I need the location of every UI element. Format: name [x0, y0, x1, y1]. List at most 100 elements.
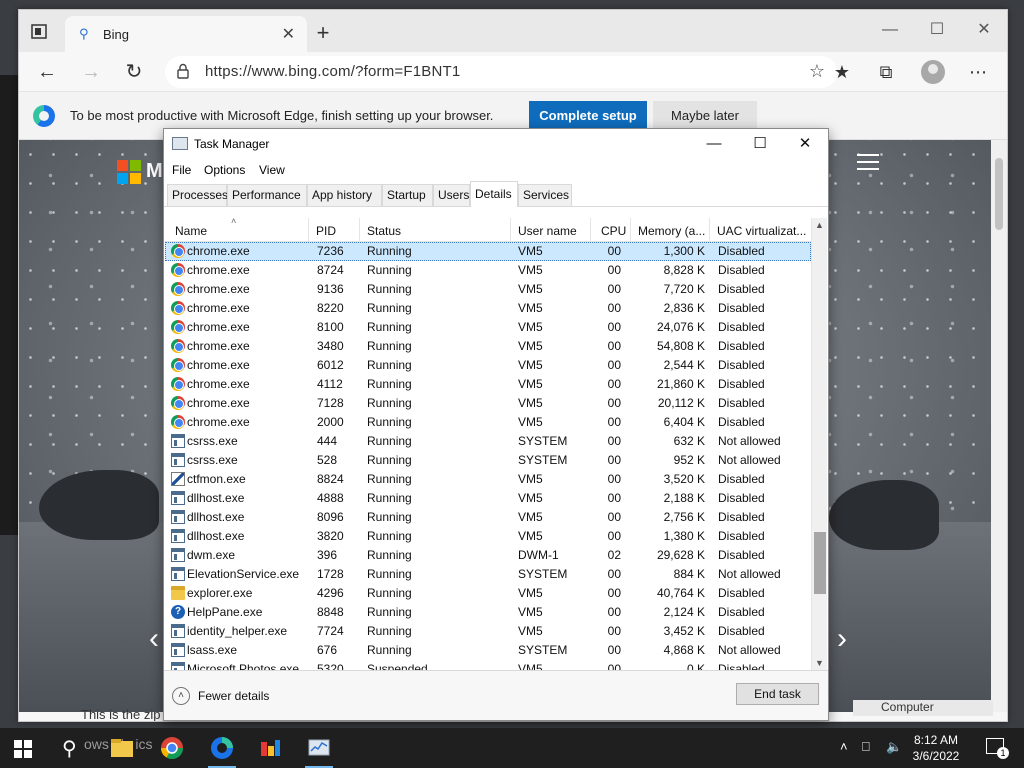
chrome-icon[interactable] — [158, 734, 186, 762]
tab-app-history[interactable]: App history — [307, 184, 382, 206]
notification-center-icon[interactable]: 1 — [986, 738, 1009, 759]
process-memory: 2,188 K — [663, 491, 705, 505]
tab-performance[interactable]: Performance — [227, 184, 307, 206]
table-row[interactable]: chrome.exe 7128 Running VM5 00 20,112 K Disabl… — [165, 394, 811, 413]
table-row[interactable]: Microsoft.Photos.exe 5320 Suspended VM5 00 0 … — [165, 660, 811, 670]
process-user: VM5 — [518, 605, 543, 619]
table-row[interactable]: identity_helper.exe 7724 Running VM5 00 3,452… — [165, 622, 811, 641]
address-bar[interactable]: https://www.bing.com/?form=F1BNT1 ☆ — [165, 56, 837, 88]
table-row[interactable]: csrss.exe 528 Running SYSTEM 00 952 K Not allo… — [165, 451, 811, 470]
table-row[interactable]: lsass.exe 676 Running SYSTEM 00 4,868 K Not al… — [165, 641, 811, 660]
process-pid: 6012 — [317, 358, 344, 372]
refresh-button[interactable]: ↻ — [120, 58, 148, 86]
tab-bing[interactable]: ⚲ Bing ✕ — [65, 16, 307, 52]
tab-users[interactable]: Users — [433, 184, 470, 206]
tab-details[interactable]: Details — [470, 181, 518, 207]
column-cpu[interactable]: CPU — [591, 218, 631, 242]
minimize-button[interactable]: — — [867, 16, 913, 44]
end-task-button[interactable]: End task — [736, 683, 819, 705]
lock-icon[interactable] — [177, 63, 189, 79]
menu-options[interactable]: Options — [204, 163, 245, 177]
tab-startup[interactable]: Startup — [382, 184, 433, 206]
table-row[interactable]: dwm.exe 396 Running DWM-1 02 29,628 K Disabled — [165, 546, 811, 565]
process-pid: 8096 — [317, 510, 344, 524]
table-row[interactable]: dllhost.exe 3820 Running VM5 00 1,380 K Disabl… — [165, 527, 811, 546]
avatar[interactable] — [921, 60, 945, 84]
table-row[interactable]: ctfmon.exe 8824 Running VM5 00 3,520 K Disable… — [165, 470, 811, 489]
process-pid: 2000 — [317, 415, 344, 429]
windows-start-icon[interactable] — [14, 740, 32, 758]
table-row[interactable]: chrome.exe 4112 Running VM5 00 21,860 K Disabl… — [165, 375, 811, 394]
table-row[interactable]: chrome.exe 9136 Running VM5 00 7,720 K Disable… — [165, 280, 811, 299]
edge-taskbar-icon[interactable] — [208, 734, 236, 768]
more-options-icon[interactable]: ⋯ — [965, 59, 991, 85]
new-tab-button[interactable]: + — [311, 20, 335, 46]
table-row[interactable]: ? HelpPane.exe 8848 Running VM5 00 2,124 K Disa… — [165, 603, 811, 622]
tab-services[interactable]: Services — [518, 184, 572, 206]
forward-button[interactable]: → — [77, 58, 105, 86]
column-pid[interactable]: PID — [309, 218, 360, 242]
close-tab-icon[interactable]: ✕ — [282, 24, 295, 44]
table-row[interactable]: chrome.exe 6012 Running VM5 00 2,544 K Disable… — [165, 356, 811, 375]
table-row[interactable]: explorer.exe 4296 Running VM5 00 40,764 K Disa… — [165, 584, 811, 603]
page-scroll-thumb[interactable] — [995, 158, 1003, 230]
table-row[interactable]: ElevationService.exe 1728 Running SYSTEM 00 8… — [165, 565, 811, 584]
tab-processes[interactable]: Processes — [167, 184, 228, 206]
app-taskbar-icon[interactable] — [256, 734, 284, 762]
edge-logo-icon — [33, 105, 55, 127]
column-memory[interactable]: Memory (a... — [631, 218, 710, 242]
table-scrollbar[interactable]: ▲ ▼ — [811, 218, 827, 670]
task-manager-taskbar-icon[interactable] — [305, 734, 333, 768]
clock[interactable]: 8:12 AM 3/6/2022 — [906, 732, 966, 764]
process-cpu: 00 — [607, 320, 621, 334]
chevron-up-icon[interactable]: ˄ — [172, 687, 190, 705]
back-button[interactable]: ← — [33, 58, 61, 86]
column-user-name[interactable]: User name — [511, 218, 591, 242]
table-row[interactable]: csrss.exe 444 Running SYSTEM 00 632 K Not allo… — [165, 432, 811, 451]
column-uac-virtualization[interactable]: UAC virtualizat... — [710, 218, 811, 242]
favorites-icon[interactable]: ★ — [829, 59, 855, 85]
previous-image-icon[interactable]: ‹ — [149, 622, 159, 656]
menu-view[interactable]: View — [259, 163, 285, 177]
search-icon[interactable]: ⚲ — [62, 736, 77, 761]
maximize-button[interactable]: ☐ — [914, 16, 960, 44]
complete-setup-button[interactable]: Complete setup — [529, 101, 647, 131]
search-icon: ⚲ — [79, 26, 89, 41]
tm-maximize-button[interactable]: ☐ — [738, 131, 782, 157]
process-name: chrome.exe — [187, 320, 250, 334]
table-row[interactable]: dllhost.exe 8096 Running VM5 00 2,756 K Disabl… — [165, 508, 811, 527]
fewer-details-link[interactable]: Fewer details — [198, 689, 269, 703]
maybe-later-button[interactable]: Maybe later — [653, 101, 757, 131]
table-row[interactable]: chrome.exe 7236 Running VM5 00 1,300 K Disable… — [165, 242, 811, 261]
page-scrollbar[interactable] — [991, 140, 1007, 712]
table-scroll-thumb[interactable] — [814, 532, 826, 594]
table-row[interactable]: chrome.exe 8100 Running VM5 00 24,076 K Disabl… — [165, 318, 811, 337]
volume-icon[interactable]: 🔈 — [886, 739, 902, 755]
process-status: Running — [367, 358, 412, 372]
table-row[interactable]: dllhost.exe 4888 Running VM5 00 2,188 K Disabl… — [165, 489, 811, 508]
table-row[interactable]: chrome.exe 8220 Running VM5 00 2,836 K Disable… — [165, 299, 811, 318]
file-explorer-icon[interactable] — [108, 734, 136, 762]
process-cpu: 00 — [607, 282, 621, 296]
add-favorite-icon[interactable]: ☆ — [809, 61, 825, 82]
microsoft-logo-icon[interactable] — [117, 160, 141, 184]
tm-minimize-button[interactable]: — — [692, 131, 736, 157]
column-name[interactable]: ˄ Name — [165, 218, 309, 242]
tm-close-button[interactable]: ✕ — [783, 131, 827, 157]
menu-file[interactable]: File — [172, 163, 191, 177]
scroll-down-icon[interactable]: ▼ — [815, 658, 824, 668]
table-row[interactable]: chrome.exe 2000 Running VM5 00 6,404 K Disable… — [165, 413, 811, 432]
table-row[interactable]: chrome.exe 3480 Running VM5 00 54,808 K Disabl… — [165, 337, 811, 356]
show-hidden-icons[interactable]: ˄ — [840, 739, 848, 754]
hamburger-menu-icon[interactable] — [857, 154, 879, 170]
collections-icon[interactable]: ⧉ — [873, 59, 899, 85]
process-status: Running — [367, 396, 412, 410]
network-icon[interactable]: ⎕ — [862, 739, 870, 755]
close-window-button[interactable]: ✕ — [961, 16, 1007, 44]
next-image-icon[interactable]: › — [837, 622, 847, 656]
column-status[interactable]: Status — [360, 218, 511, 242]
scroll-up-icon[interactable]: ▲ — [815, 220, 824, 230]
process-status: Running — [367, 377, 412, 391]
table-row[interactable]: chrome.exe 8724 Running VM5 00 8,828 K Disable… — [165, 261, 811, 280]
tab-actions-icon[interactable] — [29, 22, 51, 42]
